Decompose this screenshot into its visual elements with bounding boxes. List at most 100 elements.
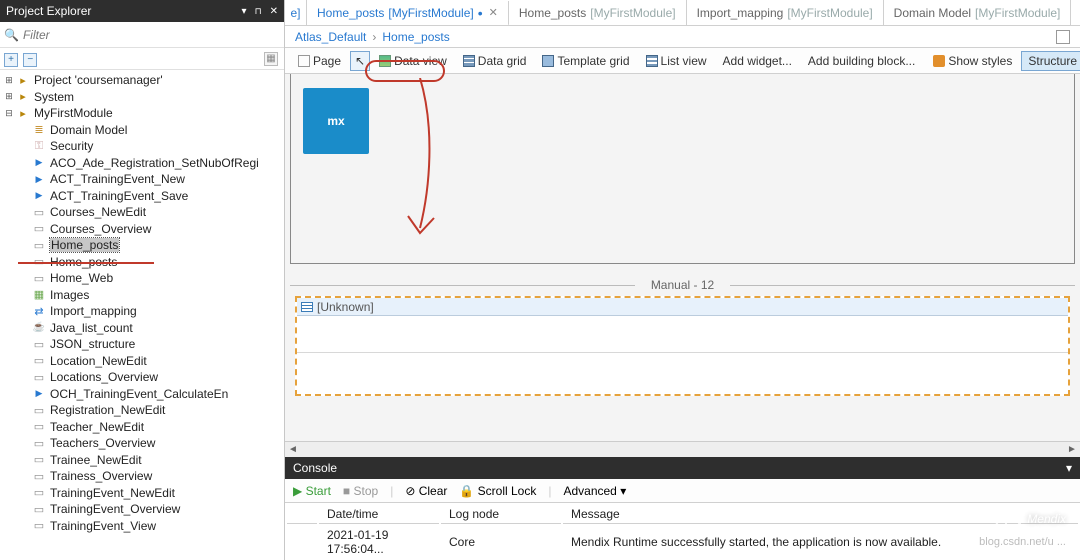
images-icon (32, 288, 46, 302)
tree-node[interactable]: Home_posts (0, 254, 284, 271)
data-view-tool[interactable]: Data view (372, 51, 454, 71)
tree-node[interactable]: Locations_Overview (0, 369, 284, 386)
tree-node[interactable]: Java_list_count (0, 320, 284, 337)
tree-node[interactable]: TrainingEvent_Overview (0, 501, 284, 518)
filter-input[interactable] (23, 28, 280, 42)
panel-header: Project Explorer ▾ ⊓ ✕ (0, 0, 284, 22)
tree-system[interactable]: ⊞System (0, 89, 284, 106)
data-view-body[interactable] (297, 316, 1068, 394)
tree-node[interactable]: Teacher_NewEdit (0, 419, 284, 436)
document-tab[interactable]: Ima (1071, 0, 1080, 25)
breadcrumb-item[interactable]: Home_posts (382, 30, 449, 44)
structure-mode-toggle[interactable]: Structure mode (1021, 51, 1080, 71)
document-tab[interactable]: Home_posts[MyFirstModule]•✕ (307, 1, 509, 26)
add-building-block-tool[interactable]: Add building block... (801, 51, 922, 71)
data-view-icon (379, 55, 391, 67)
expand-all-button[interactable]: + (4, 53, 18, 67)
document-tab[interactable]: Domain Model[MyFirstModule] (884, 0, 1072, 25)
css-icon (933, 55, 945, 67)
page-icon (32, 436, 46, 450)
log-row[interactable]: 2021-01-19 17:56:04... Core Mendix Runti… (287, 526, 1078, 558)
tree-node[interactable]: JSON_structure (0, 336, 284, 353)
page-icon (32, 420, 46, 434)
watermark: Mendix (995, 506, 1066, 532)
project-tree[interactable]: ⊞Project 'coursemanager' ⊞System ⊟MyFirs… (0, 70, 284, 560)
show-styles-toggle[interactable]: Show styles (926, 51, 1019, 71)
breadcrumb-item[interactable]: Atlas_Default (295, 30, 366, 44)
tree-node[interactable]: OCH_TrainingEvent_CalculateEn (0, 386, 284, 403)
col-datetime[interactable]: Date/time (319, 505, 439, 524)
watermark-url: blog.csdn.net/u ... (979, 536, 1066, 548)
document-tabstrip: e] Home_posts[MyFirstModule]•✕ Home_post… (285, 0, 1080, 26)
clear-button[interactable]: ⊘ Clear (405, 484, 447, 498)
page-icon (32, 486, 46, 500)
data-view-widget[interactable]: [Unknown] (295, 296, 1070, 396)
tree-node[interactable]: ACT_TrainingEvent_Save (0, 188, 284, 205)
tree-node[interactable]: Location_NewEdit (0, 353, 284, 370)
page-icon (32, 222, 46, 236)
breadcrumb-detach-icon[interactable] (1056, 30, 1070, 44)
mapping-icon (32, 304, 46, 318)
tree-node-selected[interactable]: Home_posts (0, 237, 284, 254)
layout-region[interactable] (290, 74, 1075, 264)
document-tab[interactable]: Import_mapping[MyFirstModule] (687, 0, 884, 25)
page-canvas[interactable]: mx Manual - 12 [Unknown] (285, 74, 1080, 441)
tree-node[interactable]: ACO_Ade_Registration_SetNubOfRegi (0, 155, 284, 172)
json-icon (32, 337, 46, 351)
tree-node[interactable]: Home_Web (0, 270, 284, 287)
scroll-left-icon[interactable]: ◄ (285, 444, 301, 455)
breadcrumb: Atlas_Default › Home_posts (285, 26, 1080, 48)
mendix-logo: mx (303, 88, 369, 154)
panel-pin-icon[interactable]: ⊓ (255, 6, 262, 17)
tree-node[interactable]: Teachers_Overview (0, 435, 284, 452)
console-dropdown-icon[interactable]: ▾ (1066, 461, 1072, 475)
page-icon (32, 205, 46, 219)
scroll-right-icon[interactable]: ► (1064, 444, 1080, 455)
tree-node[interactable]: Trainess_Overview (0, 468, 284, 485)
grid-view-icon[interactable]: ▦ (264, 52, 278, 66)
security-icon (32, 139, 46, 153)
tab-overflow-left[interactable]: e] (285, 0, 307, 25)
filter-row: 🔍 (0, 22, 284, 48)
collapse-all-button[interactable]: − (23, 53, 37, 67)
horizontal-scrollbar[interactable]: ◄ ► (285, 441, 1080, 457)
tree-module[interactable]: ⊟MyFirstModule (0, 105, 284, 122)
list-view-icon (646, 55, 658, 67)
tree-node[interactable]: Registration_NewEdit (0, 402, 284, 419)
page-icon (32, 453, 46, 467)
tree-node[interactable]: Import_mapping (0, 303, 284, 320)
editor-main: e] Home_posts[MyFirstModule]•✕ Home_post… (285, 0, 1080, 560)
panel-close-icon[interactable]: ✕ (270, 6, 278, 17)
console-panel-header: Console ▾ (285, 457, 1080, 479)
stop-button[interactable]: ■ Stop (343, 484, 378, 498)
list-view-tool[interactable]: List view (639, 51, 714, 71)
scroll-lock-button[interactable]: 🔒 Scroll Lock (459, 484, 536, 498)
tree-node[interactable]: TrainingEvent_NewEdit (0, 485, 284, 502)
page-tool[interactable]: Page (291, 51, 348, 71)
add-widget-tool[interactable]: Add widget... (716, 51, 799, 71)
microflow-icon (32, 156, 46, 170)
tree-node[interactable]: Security (0, 138, 284, 155)
data-grid-tool[interactable]: Data grid (456, 51, 534, 71)
tree-node[interactable]: TrainingEvent_View (0, 518, 284, 535)
console-log-table: Date/time Log node Message 2021-01-19 17… (285, 503, 1080, 560)
tree-node[interactable]: Trainee_NewEdit (0, 452, 284, 469)
document-tab[interactable]: Home_posts[MyFirstModule] (509, 0, 687, 25)
tree-node[interactable]: Domain Model (0, 122, 284, 139)
col-lognode[interactable]: Log node (441, 505, 561, 524)
close-icon[interactable]: ✕ (489, 6, 498, 19)
tree-node[interactable]: Courses_NewEdit (0, 204, 284, 221)
template-grid-tool[interactable]: Template grid (535, 51, 636, 71)
panel-dropdown-icon[interactable]: ▾ (242, 6, 247, 17)
tree-project-root[interactable]: ⊞Project 'coursemanager' (0, 72, 284, 89)
page-editor-toolbar: Page ↖ Data view Data grid Template grid… (285, 48, 1080, 74)
tree-node[interactable]: Images (0, 287, 284, 304)
page-icon (32, 238, 46, 252)
tree-node[interactable]: ACT_TrainingEvent_New (0, 171, 284, 188)
start-button[interactable]: ▶ Start (293, 484, 331, 498)
advanced-menu[interactable]: Advanced ▾ (563, 484, 626, 498)
selector-tool[interactable]: ↖ (350, 51, 370, 71)
tree-node[interactable]: Courses_Overview (0, 221, 284, 238)
data-view-header[interactable]: [Unknown] (297, 298, 1068, 316)
page-icon (32, 354, 46, 368)
